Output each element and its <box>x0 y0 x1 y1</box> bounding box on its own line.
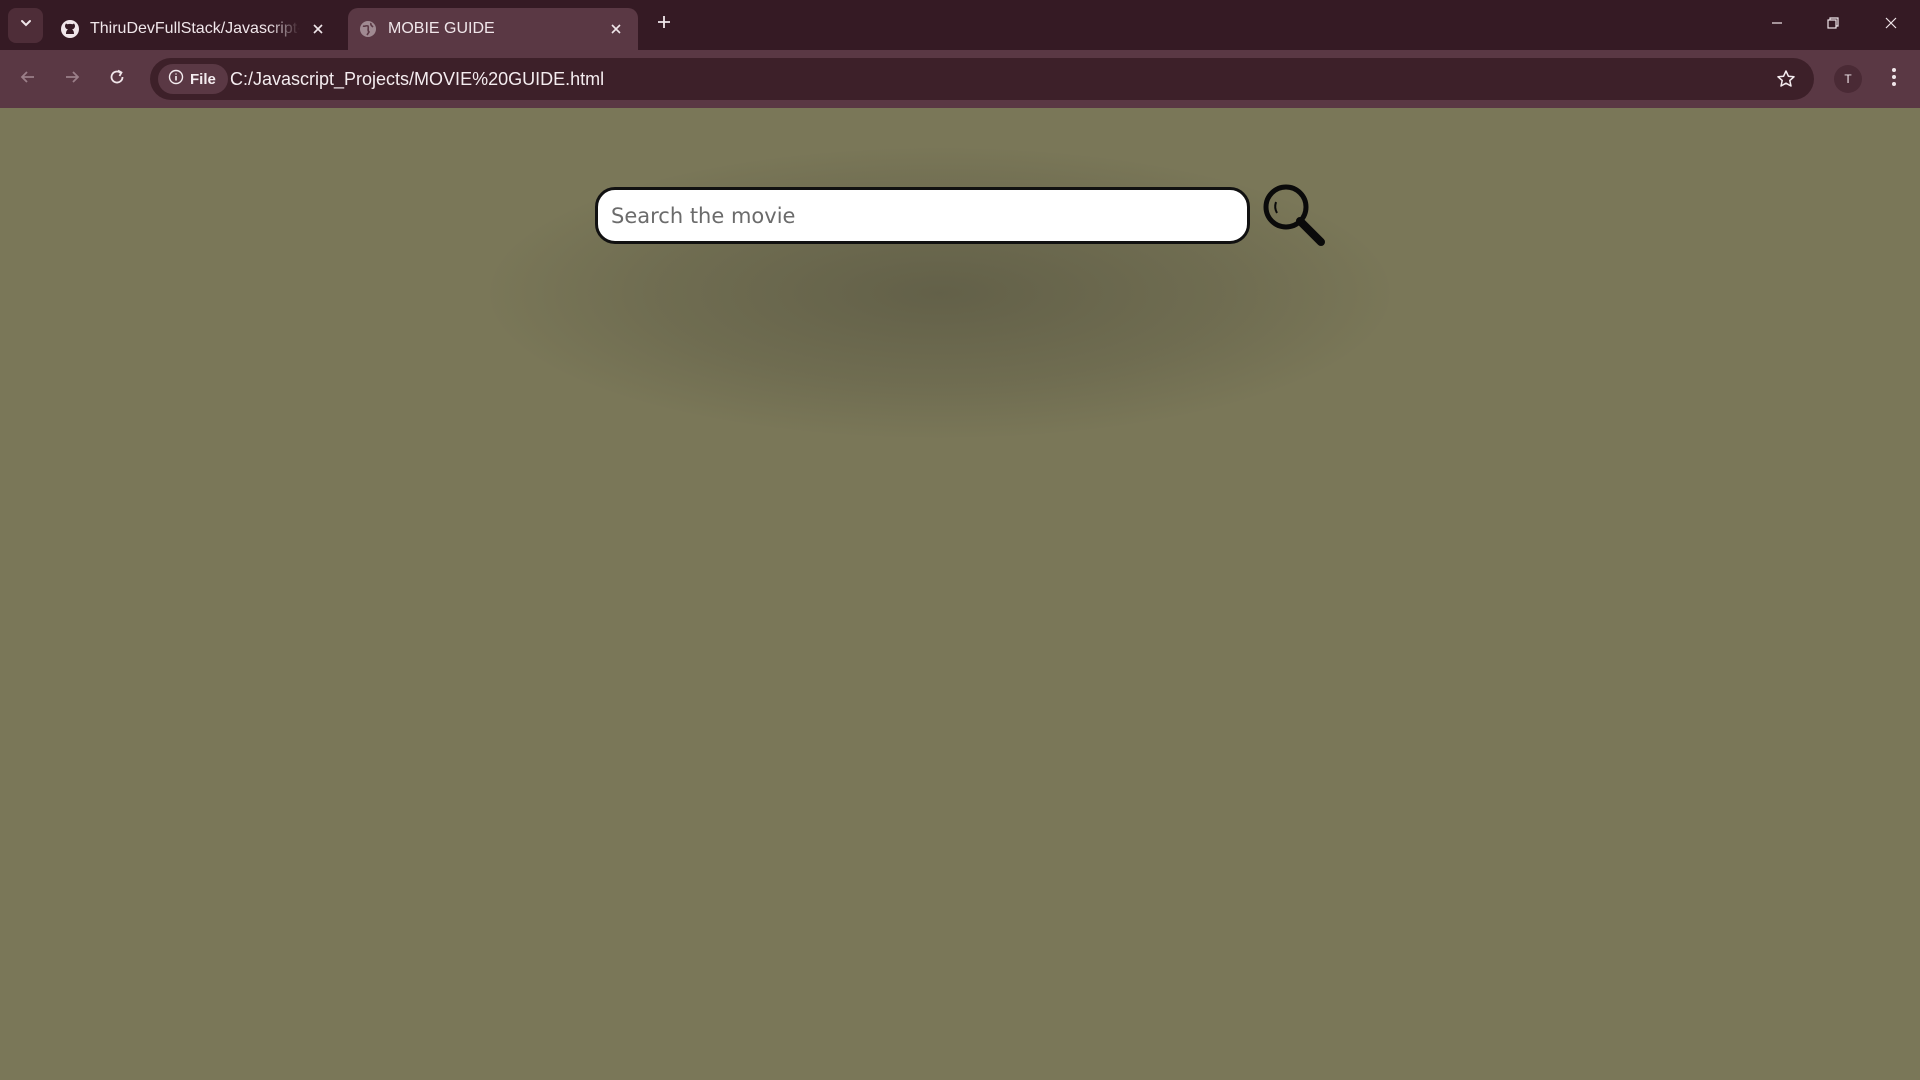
profile-avatar[interactable]: T <box>1834 65 1862 93</box>
tab-github[interactable]: ThiruDevFullStack/Javascript-pr <box>50 8 340 50</box>
site-chip-label: File <box>190 70 216 88</box>
tab-search-button[interactable] <box>8 8 43 43</box>
site-info-chip[interactable]: File <box>158 64 228 94</box>
chevron-down-icon <box>19 16 33 35</box>
address-bar[interactable]: File C:/Javascript_Projects/MOVIE%20GUID… <box>150 58 1814 100</box>
close-icon <box>1884 16 1898 35</box>
movie-search-input[interactable] <box>595 187 1250 244</box>
reload-button[interactable] <box>102 64 132 94</box>
globe-icon <box>358 19 378 39</box>
browser-menu-button[interactable] <box>1880 65 1908 93</box>
url-text[interactable]: C:/Javascript_Projects/MOVIE%20GUIDE.htm… <box>230 69 604 90</box>
tab-strip: ThiruDevFullStack/Javascript-pr MOBIE GU… <box>0 0 1920 50</box>
restore-icon <box>1826 16 1840 35</box>
bookmark-star-icon[interactable] <box>1774 67 1798 91</box>
forward-button[interactable] <box>57 64 87 94</box>
minimize-button[interactable] <box>1762 10 1792 40</box>
close-icon[interactable] <box>606 19 626 39</box>
github-icon <box>60 19 80 39</box>
search-button[interactable] <box>1258 182 1328 252</box>
magnifying-glass-icon <box>1258 180 1328 255</box>
new-tab-button[interactable] <box>652 12 676 36</box>
restore-button[interactable] <box>1818 10 1848 40</box>
minimize-icon <box>1770 16 1784 35</box>
info-icon <box>168 69 184 89</box>
tab-title: MOBIE GUIDE <box>388 20 495 37</box>
arrow-left-icon <box>19 68 37 91</box>
back-button[interactable] <box>13 64 43 94</box>
close-window-button[interactable] <box>1876 10 1906 40</box>
close-icon[interactable] <box>308 19 328 39</box>
kebab-menu-icon <box>1891 67 1897 92</box>
profile-initial: T <box>1844 72 1852 86</box>
browser-toolbar: File C:/Javascript_Projects/MOVIE%20GUID… <box>0 50 1920 108</box>
page-viewport <box>0 108 1920 1080</box>
arrow-right-icon <box>63 68 81 91</box>
tab-title: ThiruDevFullStack/Javascript-pr <box>90 20 300 37</box>
tab-movie-guide[interactable]: MOBIE GUIDE <box>348 8 638 50</box>
reload-icon <box>108 68 126 91</box>
plus-icon <box>656 14 672 35</box>
